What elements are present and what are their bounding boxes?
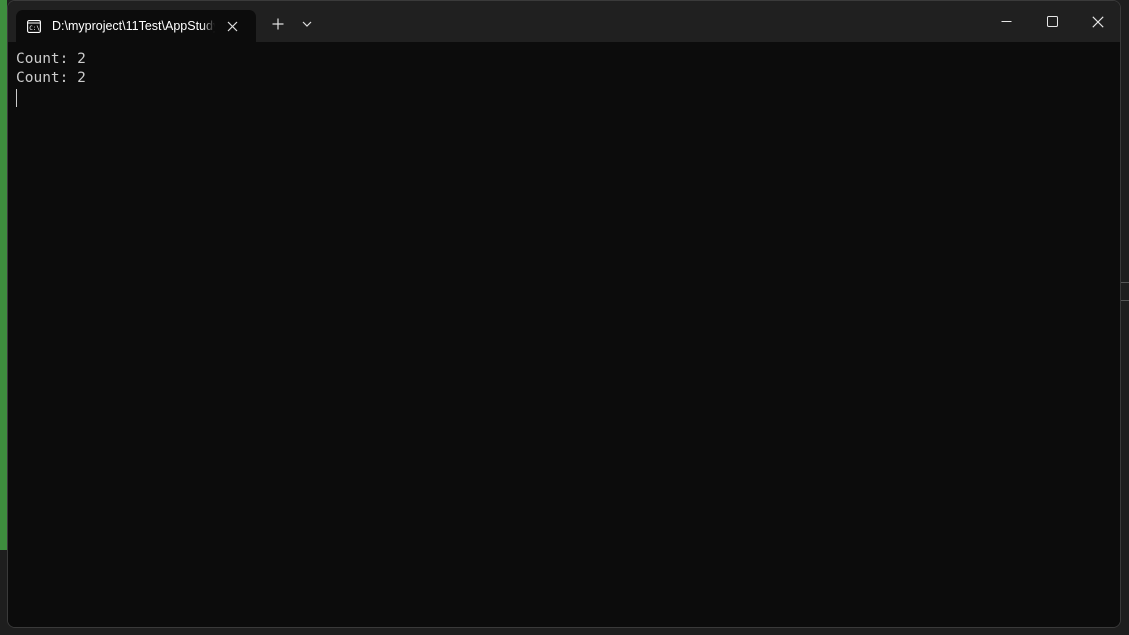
tab-title: D:\myproject\11Test\AppStudy bbox=[52, 19, 215, 33]
minimize-icon[interactable] bbox=[983, 1, 1029, 42]
console-line: Count: 2 bbox=[16, 70, 86, 86]
terminal-window: C:\ D:\myproject\11Test\AppStudy Count: … bbox=[7, 0, 1121, 628]
console-input-line[interactable] bbox=[16, 88, 1120, 107]
title-bar[interactable]: C:\ D:\myproject\11Test\AppStudy bbox=[8, 1, 1120, 42]
background-divider bbox=[1121, 282, 1129, 283]
text-cursor bbox=[16, 89, 17, 107]
console-output[interactable]: Count: 2 Count: 2 bbox=[8, 42, 1120, 627]
background-window-edge bbox=[0, 0, 7, 550]
chevron-down-icon[interactable] bbox=[297, 13, 317, 35]
maximize-icon[interactable] bbox=[1029, 1, 1075, 42]
close-icon[interactable] bbox=[1075, 1, 1120, 42]
close-icon[interactable] bbox=[225, 19, 239, 33]
svg-text:C:\: C:\ bbox=[29, 25, 40, 32]
plus-icon[interactable] bbox=[268, 13, 288, 35]
terminal-icon: C:\ bbox=[27, 19, 41, 33]
tab-active[interactable]: C:\ D:\myproject\11Test\AppStudy bbox=[16, 10, 256, 42]
desktop-background: C:\ D:\myproject\11Test\AppStudy Count: … bbox=[0, 0, 1129, 635]
console-line: Count: 2 bbox=[16, 51, 86, 67]
background-divider bbox=[1121, 300, 1129, 301]
